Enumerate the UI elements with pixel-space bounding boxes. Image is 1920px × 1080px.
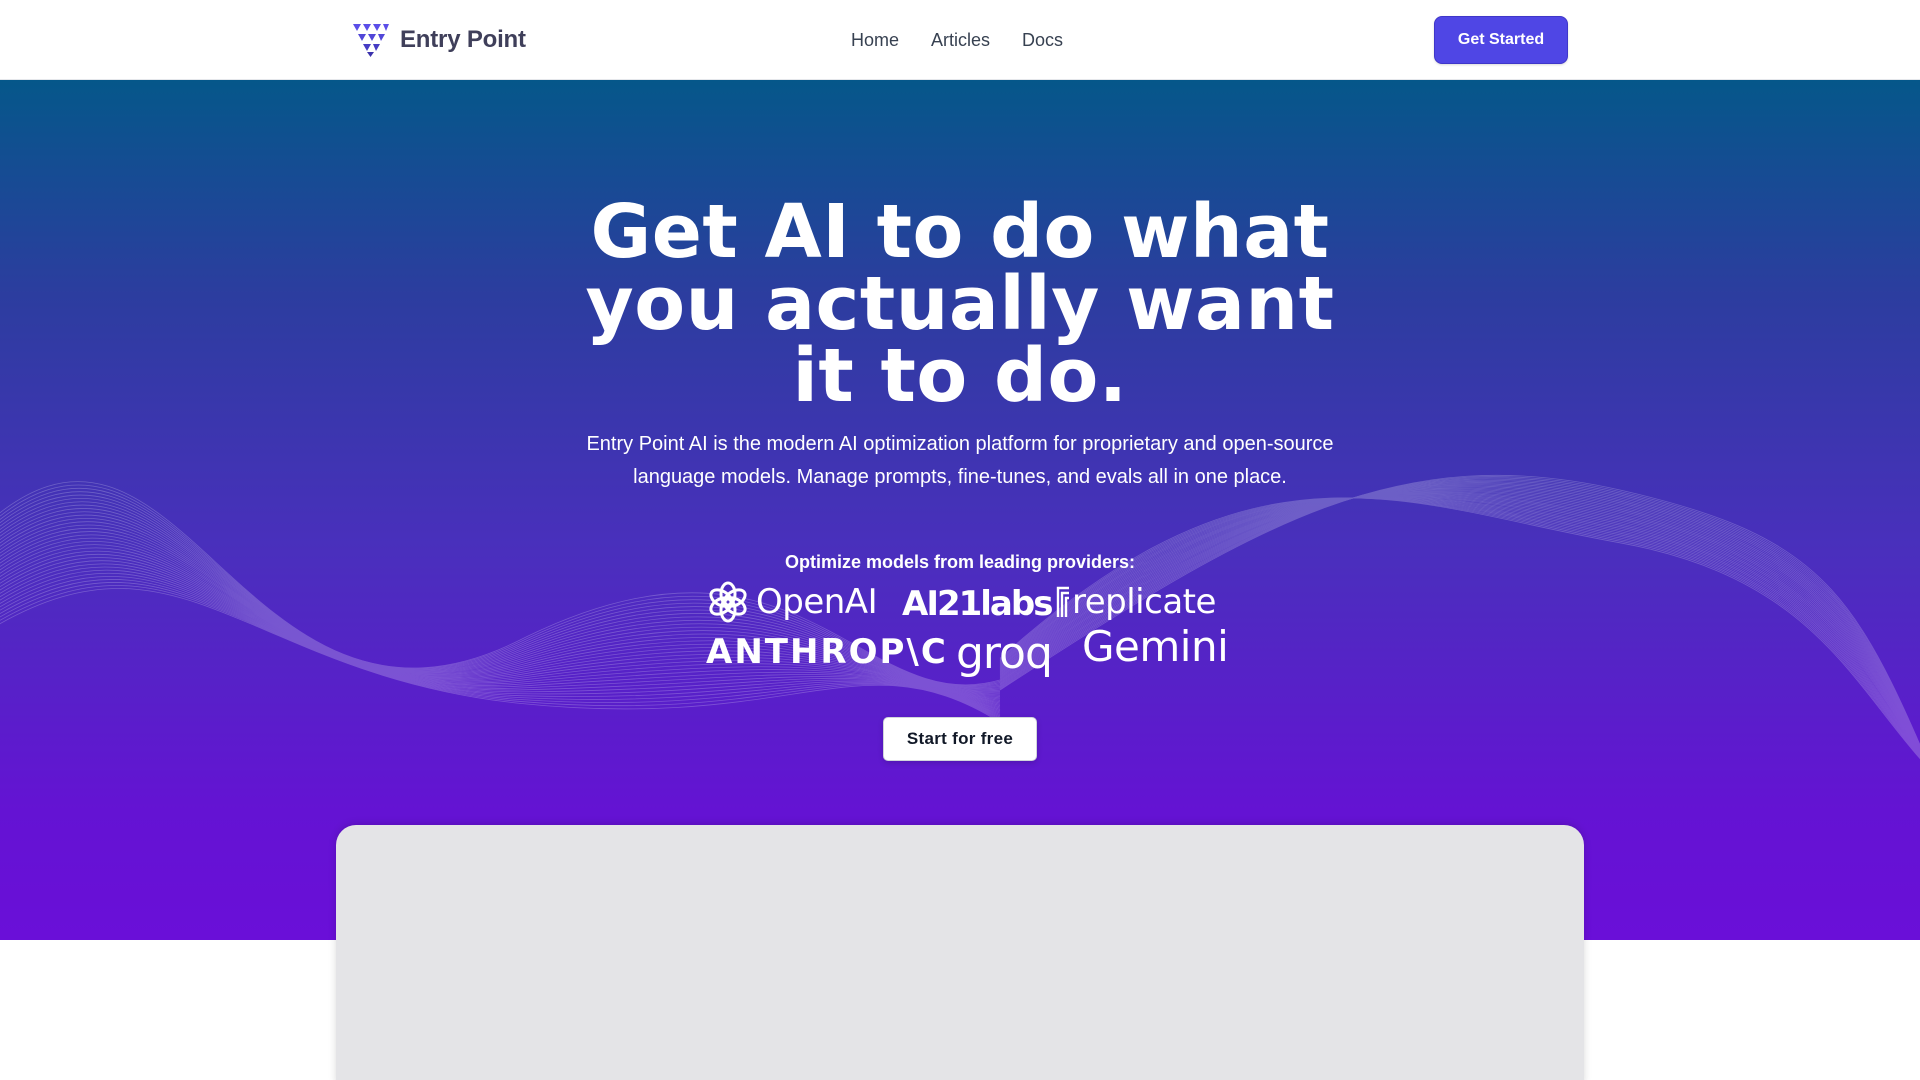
- top-navbar: Entry Point Home Articles Docs Get Start…: [0, 0, 1920, 80]
- triangle-dots-logo-icon: [353, 24, 389, 57]
- openai-knot-icon: [709, 581, 747, 623]
- nav-link-articles[interactable]: Articles: [931, 26, 990, 54]
- ai21labs-logo: AI21labs: [902, 584, 1053, 624]
- brand-home-link[interactable]: Entry Point: [352, 22, 526, 58]
- hero-subtitle: Entry Point AI is the modern AI optimiza…: [560, 428, 1360, 494]
- openai-logo-text: OpenAI: [756, 582, 878, 622]
- anthropic-logo: ANTHROP\C: [706, 632, 948, 672]
- gemini-logo: Gemini: [1082, 622, 1229, 671]
- hero-title: Get AI to do what you actually want it t…: [460, 195, 1460, 413]
- app-preview-panel: [336, 825, 1584, 1080]
- nav-link-docs[interactable]: Docs: [1022, 26, 1063, 54]
- hero-title-line-3: it to do.: [792, 333, 1128, 419]
- openai-logo: OpenAI: [706, 580, 878, 624]
- replicate-bars-icon: [1056, 586, 1069, 617]
- nav-link-home[interactable]: Home: [851, 26, 899, 54]
- brand-name: Entry Point: [400, 26, 526, 53]
- replicate-logo: replicate: [1056, 582, 1216, 622]
- hero-subtitle-line-2: language models. Manage prompts, fine-tu…: [633, 466, 1287, 488]
- groq-logo: groq: [956, 628, 1053, 679]
- providers-label: Optimize models from leading providers:: [784, 552, 1136, 572]
- hero-section: Get AI to do what you actually want it t…: [0, 80, 1920, 940]
- replicate-logo-text: replicate: [1072, 582, 1216, 622]
- hero-subtitle-line-1: Entry Point AI is the modern AI optimiza…: [586, 433, 1334, 455]
- start-for-free-button[interactable]: Start for free: [883, 717, 1037, 761]
- main-nav: Home Articles Docs: [851, 26, 1063, 54]
- get-started-button[interactable]: Get Started: [1434, 16, 1568, 64]
